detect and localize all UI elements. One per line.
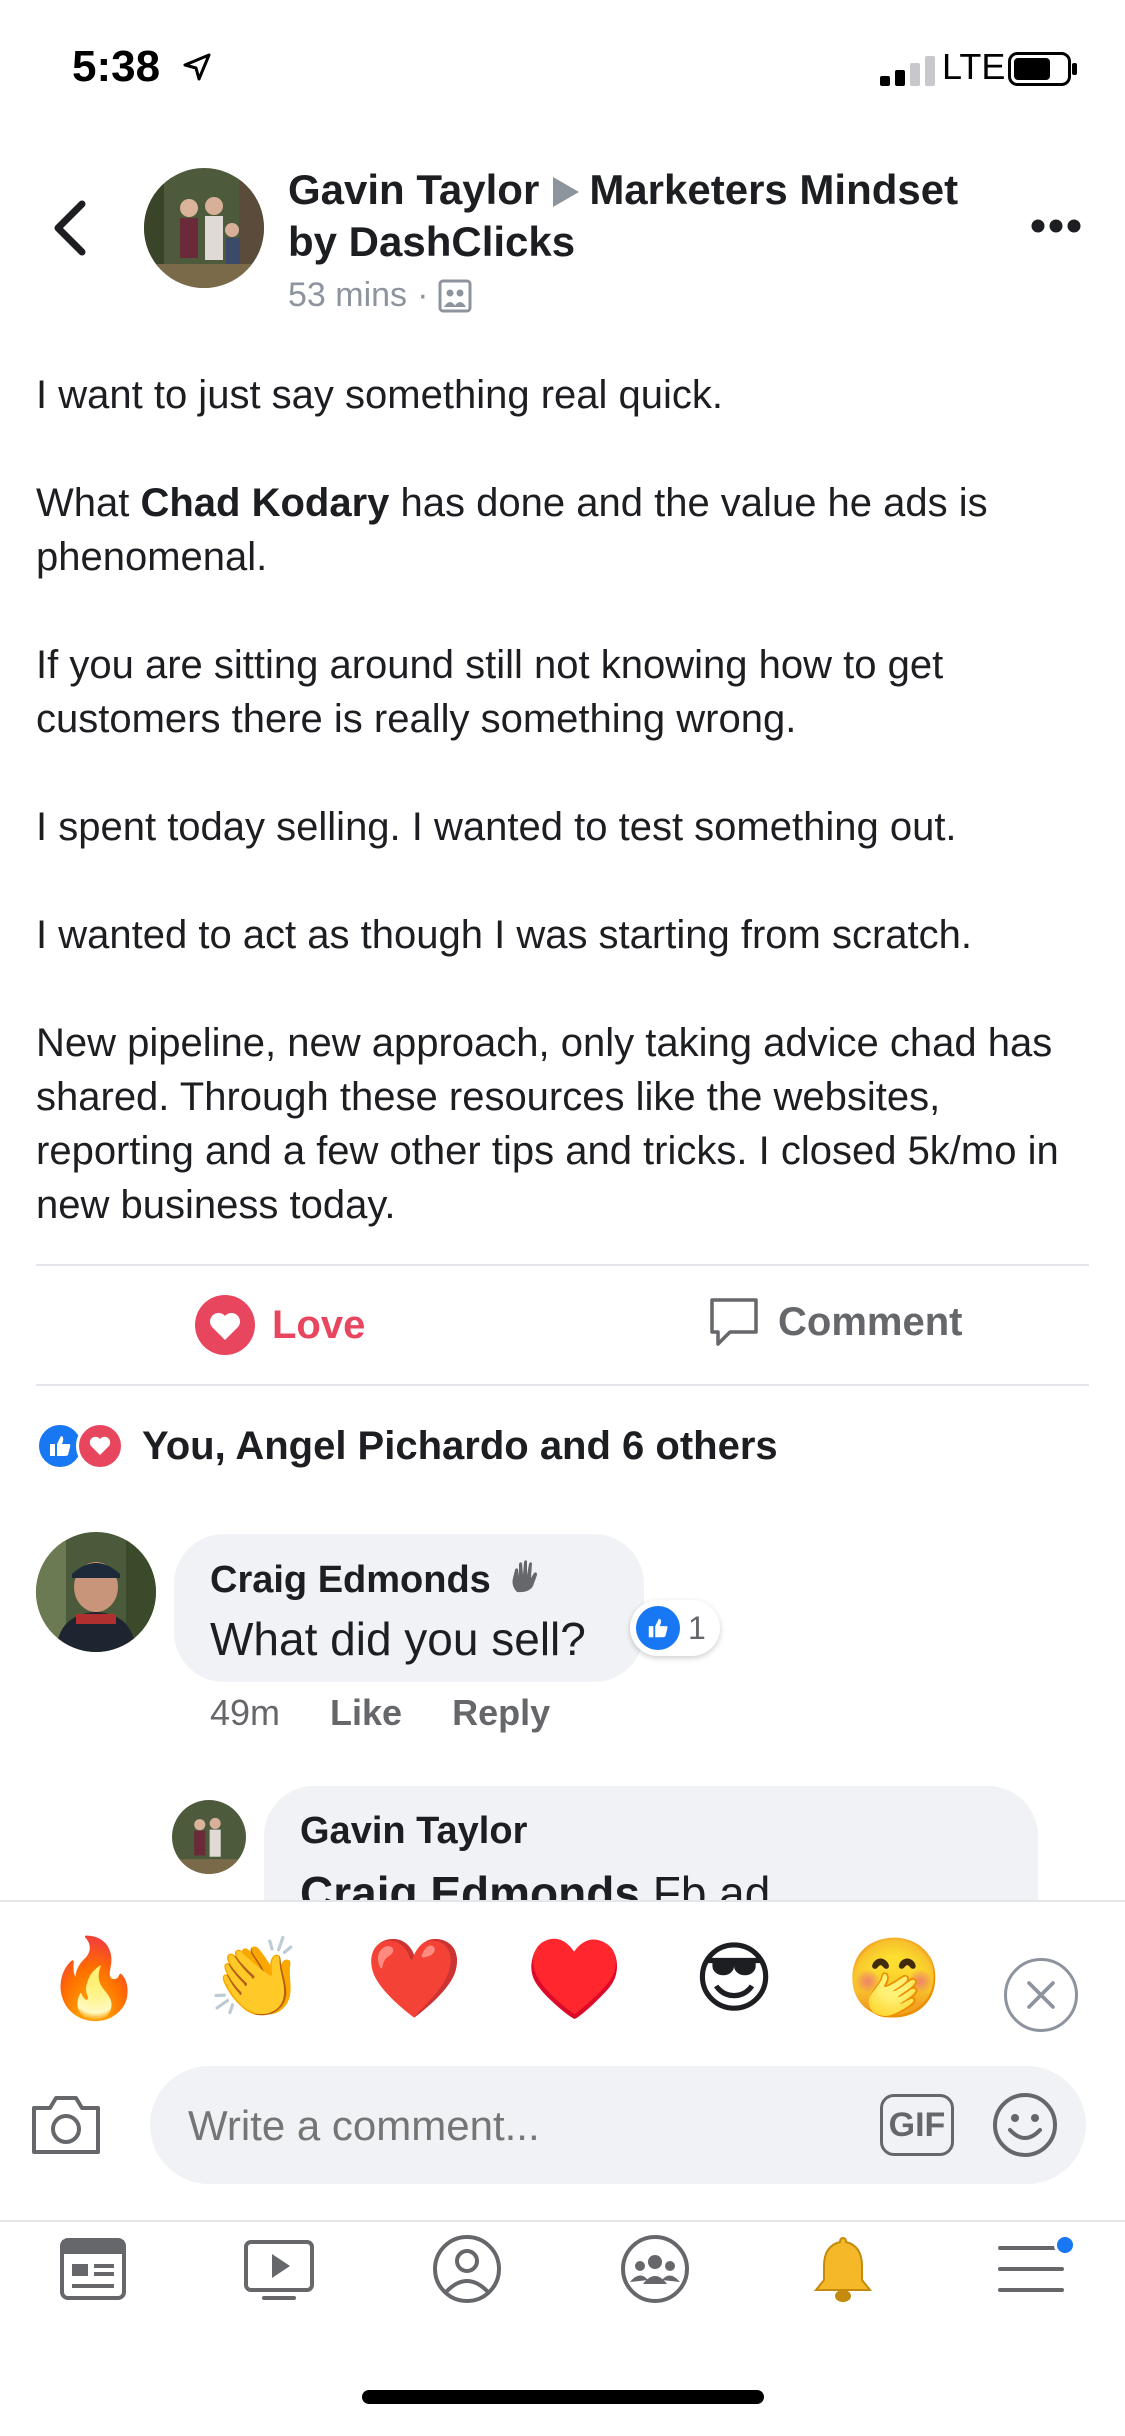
comment-text: What did you sell? xyxy=(210,1613,586,1665)
comment-time: 49m xyxy=(210,1692,281,1733)
battery-icon xyxy=(1008,52,1077,86)
mention-link[interactable]: Chad Kodary xyxy=(140,481,389,525)
reactions-text: You, Angel Pichardo and 6 others xyxy=(142,1423,778,1468)
profile-tab-icon[interactable] xyxy=(430,2232,504,2306)
love-reaction-icon xyxy=(76,1422,124,1470)
status-bar: 5:38 LTE xyxy=(0,0,1125,140)
close-emoji-tray-icon[interactable] xyxy=(1004,1958,1078,2032)
comment-like-button[interactable]: Like xyxy=(330,1692,402,1734)
location-arrow-icon xyxy=(183,53,211,81)
tab-bar-divider xyxy=(0,2220,1125,2222)
post-body: I want to just say something real quick.… xyxy=(36,368,1096,1232)
author-name[interactable]: Gavin Taylor xyxy=(288,166,539,213)
groups-tab-icon[interactable] xyxy=(618,2232,692,2306)
reply-author[interactable]: Gavin Taylor xyxy=(300,1810,527,1853)
network-label: LTE xyxy=(942,46,1006,87)
love-label: Love xyxy=(272,1302,366,1347)
comment-button[interactable]: Comment xyxy=(706,1294,962,1350)
hand-over-mouth-emoji-button[interactable]: 🤭 xyxy=(844,1928,944,2028)
sunglasses-emoji-button[interactable]: 😎 xyxy=(684,1928,784,2028)
divider xyxy=(36,1384,1089,1386)
author-avatar[interactable] xyxy=(144,168,264,288)
more-options-icon[interactable] xyxy=(1030,218,1082,234)
comment-reaction-count[interactable]: 1 xyxy=(630,1600,720,1656)
reactions-summary[interactable]: You, Angel Pichardo and 6 others xyxy=(36,1422,778,1470)
status-time: 5:38 xyxy=(72,42,161,91)
group-privacy-icon xyxy=(438,279,472,312)
post-paragraph: If you are sitting around still not know… xyxy=(36,643,944,741)
home-indicator xyxy=(362,2390,764,2404)
comment-bubble-icon xyxy=(710,1298,758,1346)
reply-bubble[interactable]: Gavin Taylor Craig Edmonds Fb ad xyxy=(264,1786,1038,1906)
notifications-bell-tab-icon[interactable] xyxy=(806,2232,880,2306)
replier-avatar[interactable] xyxy=(172,1800,246,1874)
back-chevron-icon[interactable] xyxy=(48,198,92,258)
arrow-right-icon xyxy=(553,177,580,207)
comment-input[interactable] xyxy=(188,2102,788,2150)
heart-suit-emoji-button[interactable]: ♥️ xyxy=(524,1928,624,2028)
post-paragraph: New pipeline, new approach, only taking … xyxy=(36,1021,1059,1227)
cellular-signal-icon xyxy=(880,56,935,86)
comment-bubble[interactable]: Craig Edmonds What did you sell? xyxy=(174,1534,644,1682)
love-reaction-icon xyxy=(195,1295,255,1355)
quick-emoji-row: 🔥 👏 ❤️ ♥️ 😎 🤭 xyxy=(0,1928,1125,2038)
comment-meta: 49m Like Reply xyxy=(210,1692,550,1734)
watch-tab-icon[interactable] xyxy=(242,2232,316,2306)
commenter-avatar[interactable] xyxy=(36,1532,156,1652)
comment-composer-tray: 🔥 👏 ❤️ ♥️ 😎 🤭 GIF xyxy=(0,1900,1125,2436)
post-paragraph: What Chad Kodary has done and the value … xyxy=(36,481,988,579)
post-paragraph: I wanted to act as though I was starting… xyxy=(36,913,972,957)
meta-separator: · xyxy=(417,276,429,314)
comment-reply-button[interactable]: Reply xyxy=(452,1692,550,1734)
comment-input-box[interactable]: GIF xyxy=(150,2066,1086,2184)
comment-author[interactable]: Craig Edmonds xyxy=(210,1558,545,1602)
comment-like-count: 1 xyxy=(688,1609,706,1646)
post-header-title[interactable]: Gavin Taylor Marketers Mindset by DashCli… xyxy=(288,164,1008,268)
fire-emoji-button[interactable]: 🔥 xyxy=(44,1928,144,2028)
like-reaction-icon xyxy=(636,1606,680,1650)
gif-button[interactable]: GIF xyxy=(880,2094,954,2156)
love-button[interactable]: Love xyxy=(194,1294,365,1356)
heart-emoji-button[interactable]: ❤️ xyxy=(364,1928,464,2028)
emoji-picker-icon[interactable] xyxy=(992,2092,1058,2158)
post-paragraph: I want to just say something real quick. xyxy=(36,373,723,417)
post-meta: 53 mins · xyxy=(288,276,472,315)
divider xyxy=(36,1264,1089,1266)
news-feed-tab-icon[interactable] xyxy=(56,2232,130,2306)
menu-notification-dot xyxy=(1054,2234,1076,2256)
post-paragraph: I spent today selling. I wanted to test … xyxy=(36,805,957,849)
comment-label: Comment xyxy=(778,1299,963,1344)
camera-icon[interactable] xyxy=(28,2092,104,2158)
post-time[interactable]: 53 mins xyxy=(288,276,407,315)
clap-emoji-button[interactable]: 👏 xyxy=(206,1928,306,2028)
wave-hand-icon xyxy=(512,1560,538,1593)
